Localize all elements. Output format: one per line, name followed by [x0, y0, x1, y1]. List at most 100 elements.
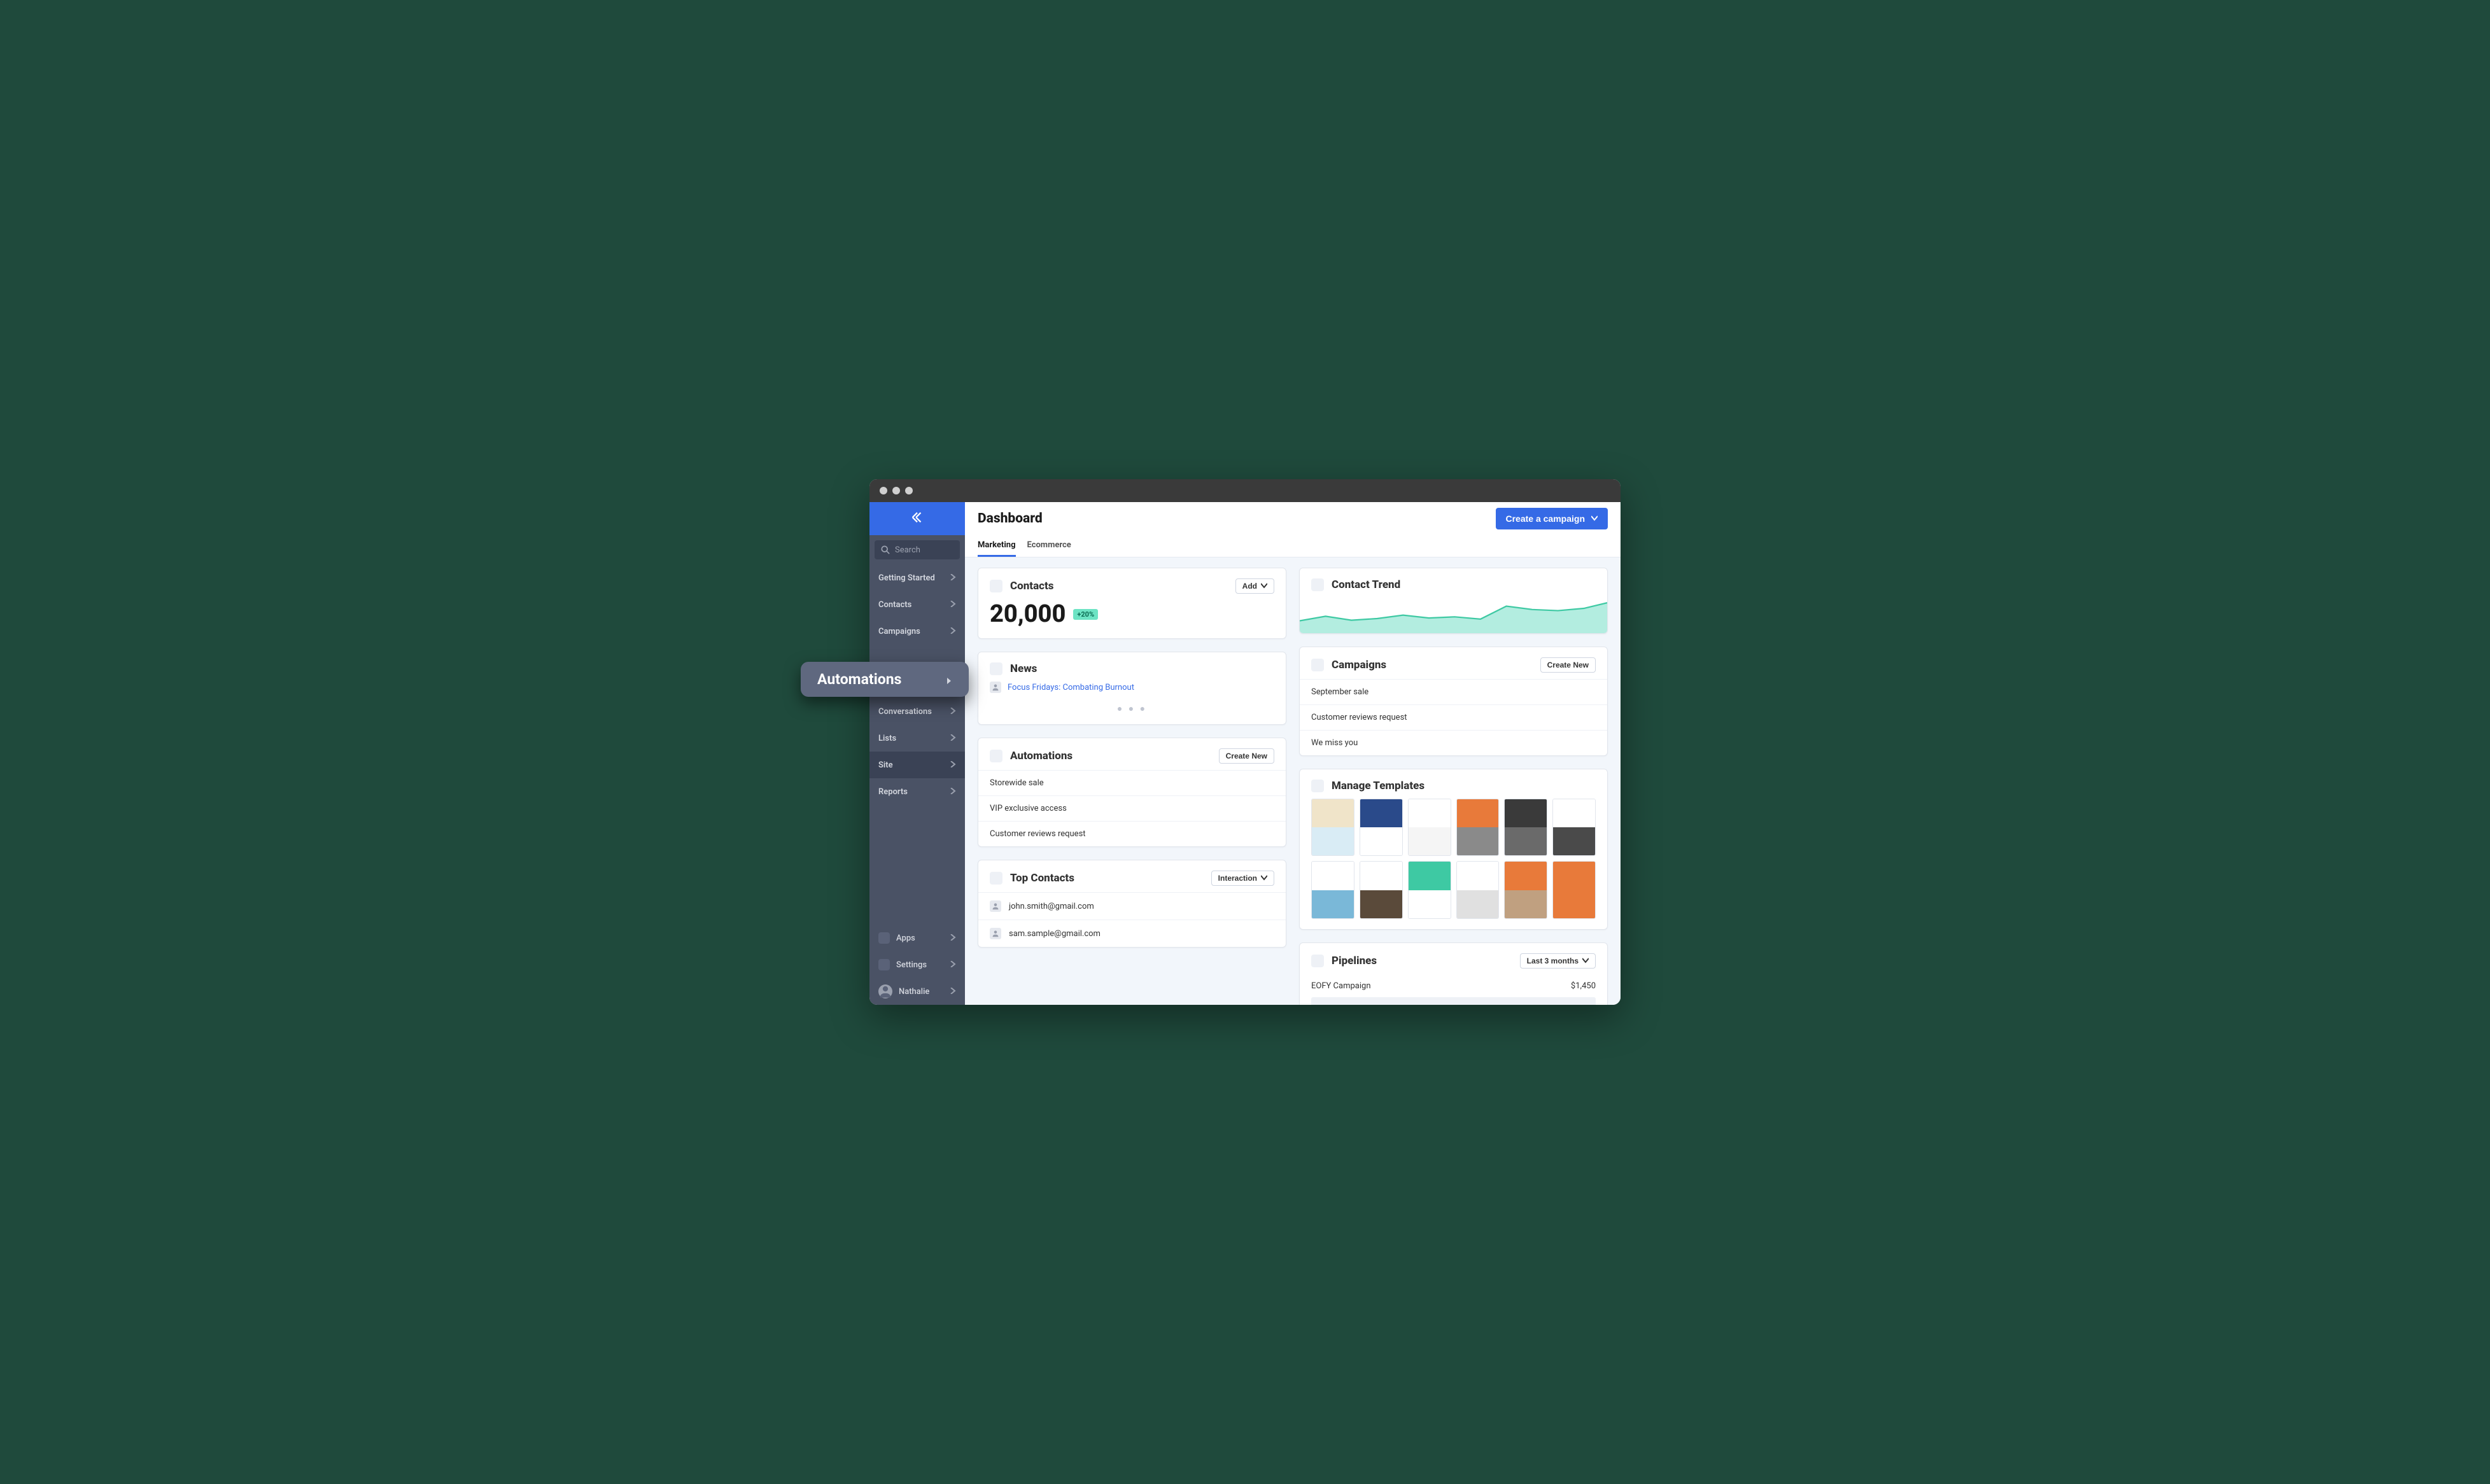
list-item[interactable]: Customer reviews request — [978, 821, 1286, 846]
list-item[interactable]: john.smith@gmail.com — [978, 892, 1286, 920]
card-title: Campaigns — [1332, 659, 1386, 671]
news-card: News Focus Fridays: Combating Burnout ● … — [978, 652, 1286, 725]
logo[interactable] — [869, 502, 965, 535]
search-placeholder: Search — [895, 545, 920, 555]
chevron-right-icon — [950, 934, 956, 943]
chevron-right-icon — [950, 573, 956, 583]
pipelines-filter[interactable]: Last 3 months — [1520, 953, 1596, 969]
person-icon — [990, 900, 1001, 912]
card-icon — [990, 580, 1002, 592]
list-item[interactable]: Customer reviews request — [1300, 704, 1607, 730]
card-title: News — [1010, 662, 1037, 675]
pipelines-card: Pipelines Last 3 months EOFY Campaign $1… — [1299, 942, 1608, 1005]
list-item[interactable]: sam.sample@gmail.com — [978, 920, 1286, 947]
chevron-right-icon — [950, 627, 956, 636]
template-thumbnail[interactable] — [1408, 799, 1451, 856]
sidebar-item-reports[interactable]: Reports — [869, 778, 965, 805]
page-title: Dashboard — [978, 511, 1043, 526]
sidebar-item-campaigns[interactable]: Campaigns — [869, 618, 965, 645]
chevron-right-icon — [950, 987, 956, 997]
chevron-right-icon — [950, 707, 956, 717]
sidebar-item-site[interactable]: Site — [869, 752, 965, 778]
template-thumbnail[interactable] — [1456, 799, 1500, 856]
sidebar-item-getting-started[interactable]: Getting Started — [869, 564, 965, 591]
progress-bar — [1311, 997, 1596, 1005]
list-item[interactable]: We miss you — [1300, 730, 1607, 755]
template-thumbnail[interactable] — [1456, 861, 1500, 918]
sidebar-item-settings[interactable]: Settings — [869, 951, 965, 978]
card-icon — [1311, 955, 1324, 967]
template-thumbnail[interactable] — [1408, 861, 1451, 918]
card-icon — [1311, 578, 1324, 591]
sidebar-item-user[interactable]: Nathalie — [869, 978, 965, 1005]
window-dot[interactable] — [892, 487, 900, 494]
template-thumbnail[interactable] — [1504, 861, 1547, 918]
sidebar-item-conversations[interactable]: Conversations — [869, 698, 965, 725]
sidebar: Search Getting Started Contacts Campaign… — [869, 502, 965, 1005]
create-campaign-button[interactable]: Create a campaign — [1496, 508, 1608, 529]
templates-card: Manage Templates — [1299, 769, 1608, 930]
search-input[interactable]: Search — [875, 540, 960, 559]
card-title: Pipelines — [1332, 955, 1377, 967]
pager-dots[interactable]: ● ● ● — [990, 703, 1274, 714]
tab-ecommerce[interactable]: Ecommerce — [1027, 535, 1071, 557]
tab-marketing[interactable]: Marketing — [978, 535, 1016, 557]
list-item[interactable]: Storewide sale — [978, 770, 1286, 795]
window-dot[interactable] — [905, 487, 913, 494]
card-icon — [1311, 659, 1324, 671]
template-thumbnail[interactable] — [1360, 861, 1403, 918]
card-title: Top Contacts — [1010, 872, 1074, 885]
create-automation-button[interactable]: Create New — [1219, 748, 1274, 764]
chevron-right-icon — [946, 672, 952, 687]
card-title: Contacts — [1010, 580, 1054, 592]
trend-chart — [1300, 594, 1607, 633]
campaigns-card: Campaigns Create New September sale Cust… — [1299, 647, 1608, 756]
window-titlebar — [869, 479, 1621, 502]
person-icon — [990, 928, 1001, 939]
list-item[interactable]: VIP exclusive access — [978, 795, 1286, 821]
card-icon — [990, 872, 1002, 885]
sidebar-item-contacts[interactable]: Contacts — [869, 591, 965, 618]
top-contacts-card: Top Contacts Interaction john.smith@gmai… — [978, 860, 1286, 948]
card-icon — [1311, 780, 1324, 792]
template-thumbnail[interactable] — [1552, 799, 1596, 856]
user-avatar-icon — [878, 984, 892, 998]
news-link[interactable]: Focus Fridays: Combating Burnout — [1008, 683, 1134, 692]
card-title: Contact Trend — [1332, 578, 1400, 591]
chevron-right-icon — [950, 787, 956, 797]
chevron-down-icon — [1582, 956, 1589, 965]
list-item[interactable]: September sale — [1300, 679, 1607, 704]
chevron-right-icon — [950, 600, 956, 610]
add-contact-button[interactable]: Add — [1235, 578, 1274, 594]
chevron-down-icon — [1261, 582, 1267, 591]
person-icon — [990, 682, 1001, 693]
template-thumbnail[interactable] — [1311, 799, 1354, 856]
automations-card: Automations Create New Storewide sale VI… — [978, 738, 1286, 847]
delta-badge: +20% — [1073, 609, 1098, 620]
pipeline-name: EOFY Campaign — [1311, 981, 1371, 991]
template-thumbnail[interactable] — [1552, 861, 1596, 918]
template-thumbnail[interactable] — [1311, 861, 1354, 918]
apps-icon — [878, 932, 890, 944]
chevron-right-icon — [950, 734, 956, 743]
template-thumbnail[interactable] — [1360, 799, 1403, 856]
window-dot[interactable] — [880, 487, 887, 494]
card-icon — [990, 750, 1002, 762]
card-title: Manage Templates — [1332, 780, 1424, 792]
chevron-down-icon — [1261, 874, 1267, 883]
top-contacts-filter[interactable]: Interaction — [1211, 871, 1274, 886]
main-content: Dashboard Create a campaign Marketing Ec… — [965, 502, 1621, 1005]
sidebar-item-apps[interactable]: Apps — [869, 925, 965, 951]
card-icon — [990, 662, 1002, 675]
template-thumbnail[interactable] — [1504, 799, 1547, 856]
automations-callout[interactable]: Automations — [801, 662, 969, 697]
contact-trend-card: Contact Trend — [1299, 568, 1608, 634]
contacts-count: 20,000 — [990, 600, 1066, 628]
settings-icon — [878, 959, 890, 970]
search-icon — [881, 545, 890, 554]
sidebar-item-lists[interactable]: Lists — [869, 725, 965, 752]
create-campaign-card-button[interactable]: Create New — [1540, 657, 1596, 673]
callout-label: Automations — [817, 671, 901, 688]
tabs: Marketing Ecommerce — [965, 535, 1621, 557]
card-title: Automations — [1010, 750, 1073, 762]
